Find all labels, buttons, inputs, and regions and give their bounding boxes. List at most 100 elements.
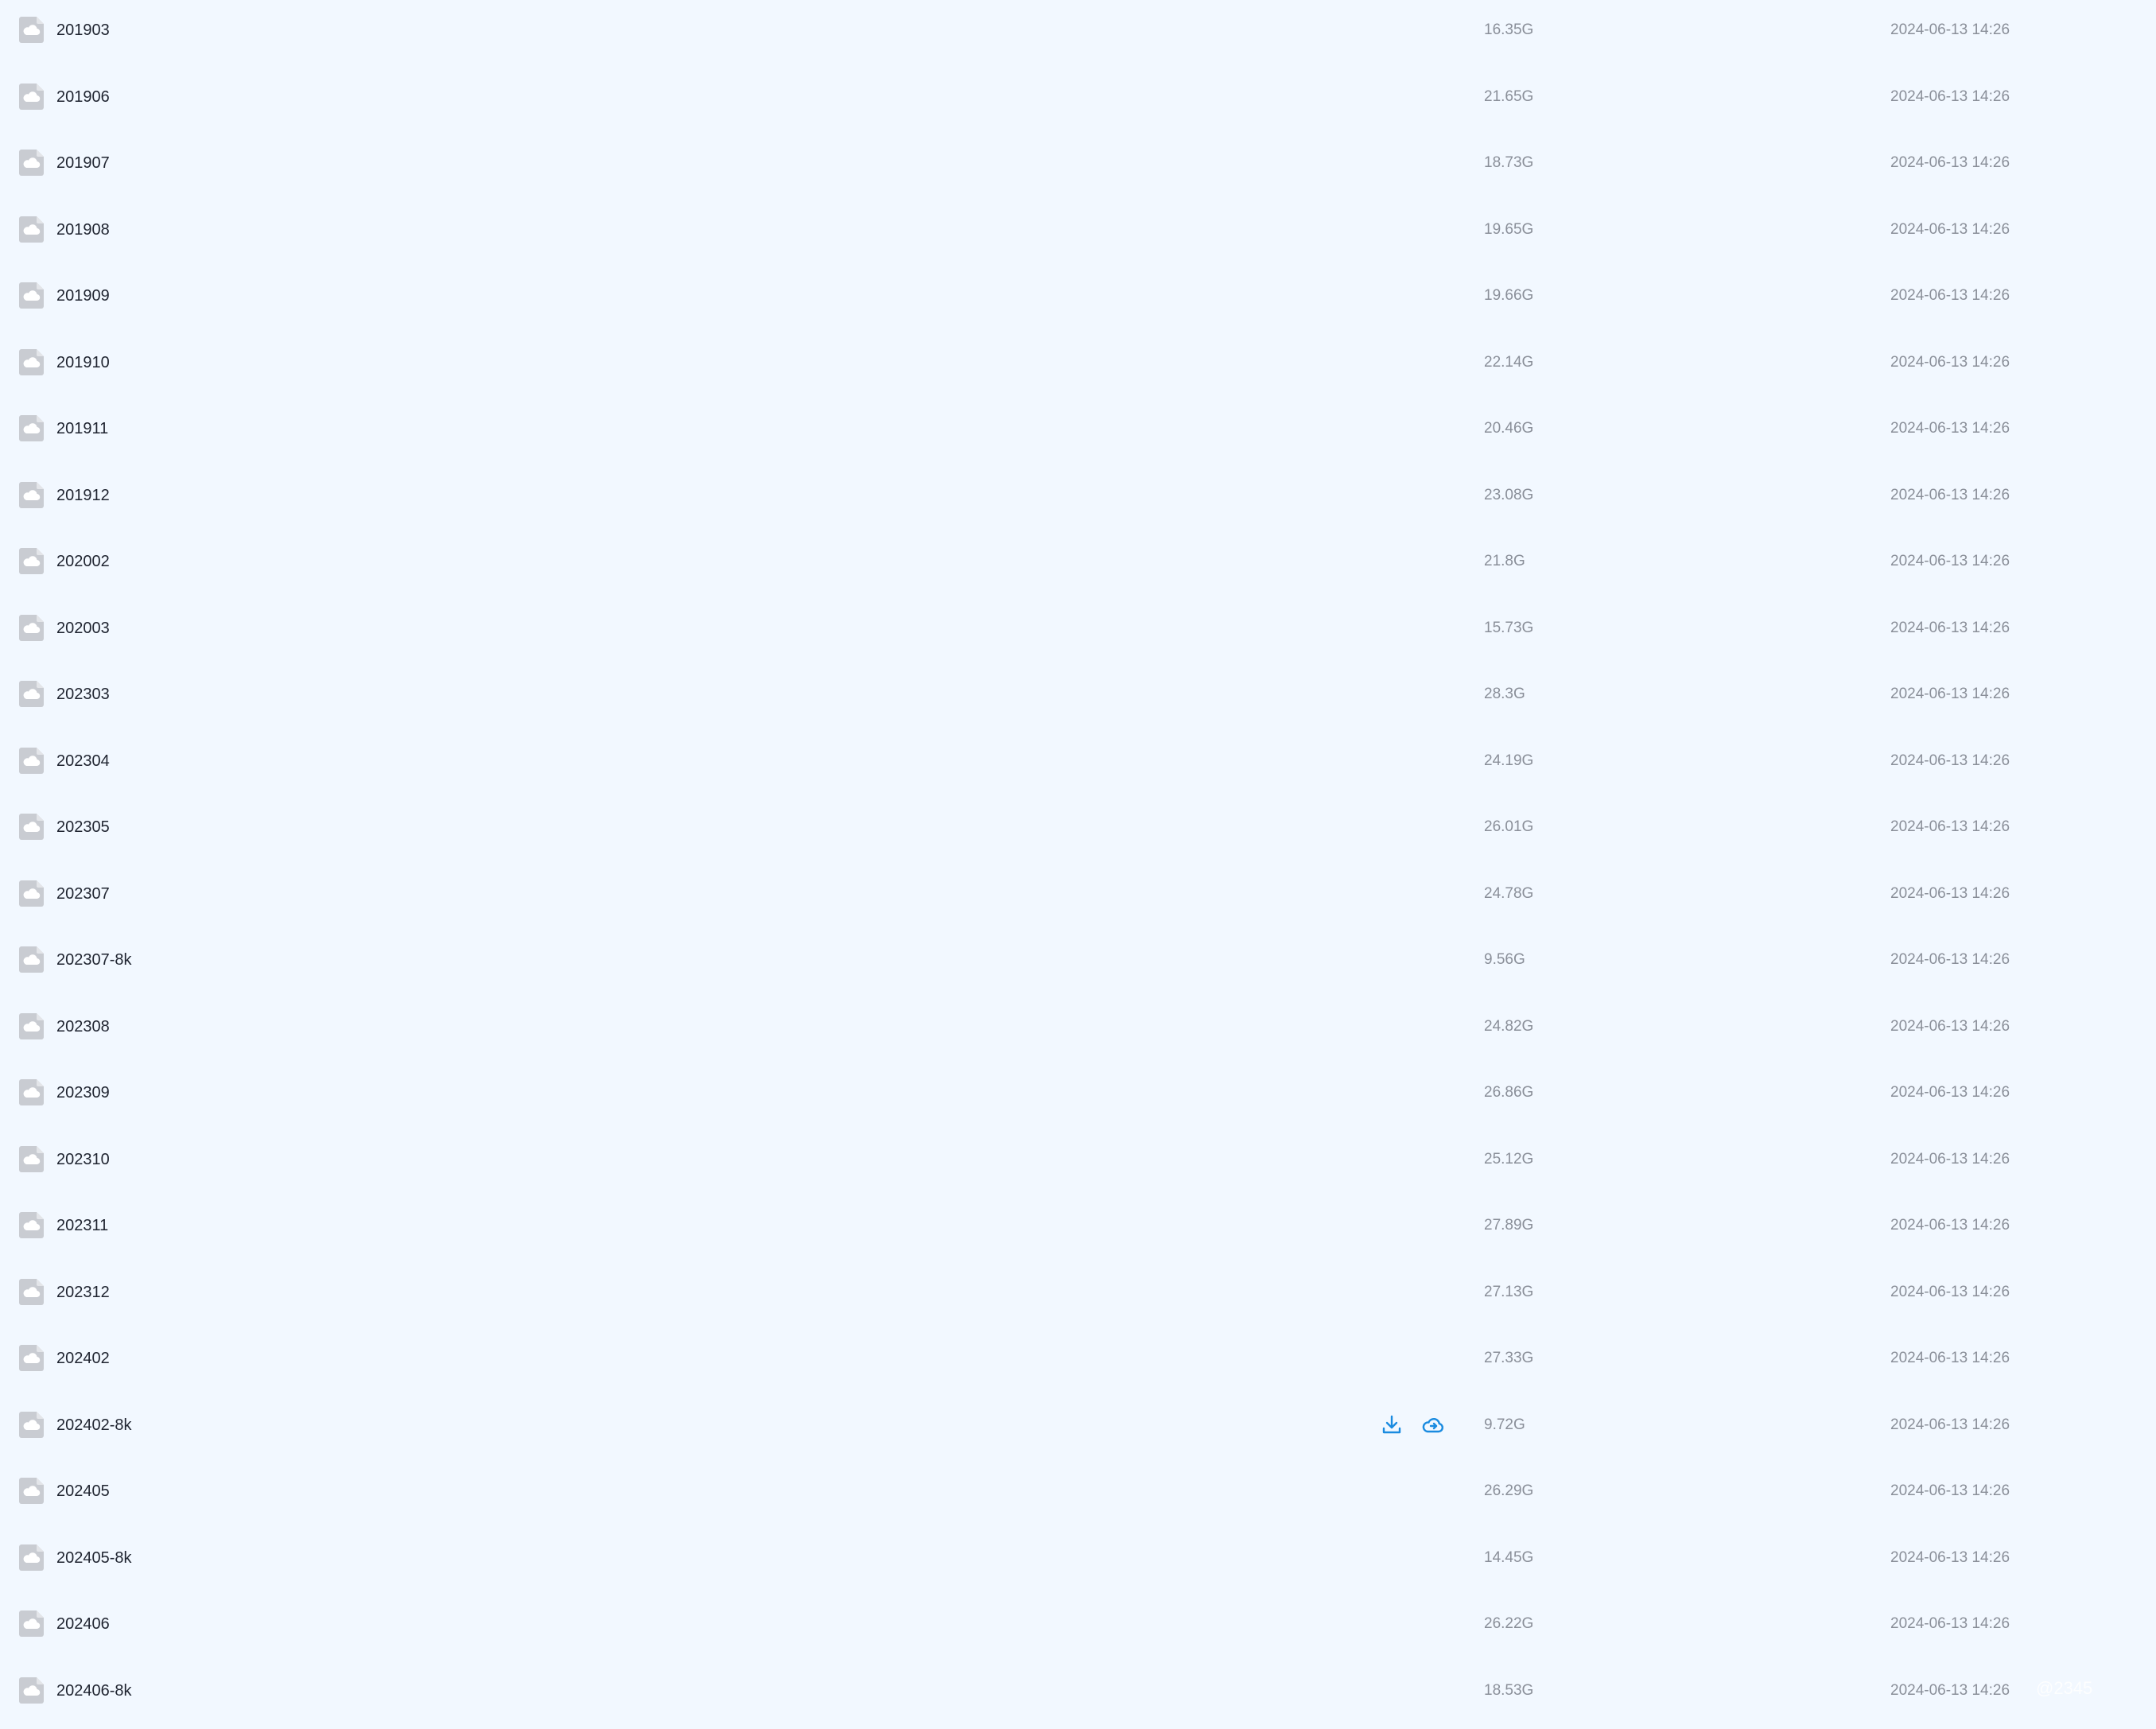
file-size: 24.78G <box>1484 884 1534 902</box>
file-row[interactable]: 202406 26.22G 2024-06-13 14:26 <box>0 1600 2156 1648</box>
file-size: 26.86G <box>1484 1084 1534 1101</box>
file-row[interactable]: 202307-8k 9.56G 2024-06-13 14:26 <box>0 936 2156 984</box>
file-size: 19.65G <box>1484 220 1534 238</box>
file-row[interactable]: 201908 19.65G 2024-06-13 14:26 <box>0 206 2156 254</box>
file-modified-date: 2024-06-13 14:26 <box>1890 752 2010 769</box>
file-name[interactable]: 202310 <box>56 1136 110 1183</box>
file-size: 27.33G <box>1484 1350 1534 1366</box>
file-name[interactable]: 202309 <box>56 1069 110 1117</box>
file-name[interactable]: 201908 <box>56 206 110 254</box>
file-row[interactable]: 202406-8k 18.53G 2024-06-13 14:26 <box>0 1667 2156 1715</box>
file-modified-date: 2024-06-13 14:26 <box>1890 1150 2010 1168</box>
file-name[interactable]: 202405 <box>56 1467 110 1515</box>
file-row[interactable]: 201909 19.66G 2024-06-13 14:26 <box>0 272 2156 320</box>
file-row[interactable]: 202405-8k 14.45G 2024-06-13 14:26 <box>0 1534 2156 1582</box>
file-name[interactable]: 202003 <box>56 604 110 652</box>
cloud-file-icon <box>19 548 44 574</box>
file-row[interactable]: 202311 27.89G 2024-06-13 14:26 <box>0 1202 2156 1249</box>
file-size: 19.66G <box>1484 287 1534 304</box>
file-row[interactable]: 202304 24.19G 2024-06-13 14:26 <box>0 737 2156 785</box>
file-row[interactable]: 202405 26.29G 2024-06-13 14:26 <box>0 1467 2156 1515</box>
file-row[interactable]: 202310 25.12G 2024-06-13 14:26 <box>0 1136 2156 1183</box>
file-modified-date: 2024-06-13 14:26 <box>1890 220 2010 238</box>
file-size: 9.72G <box>1484 1416 1525 1433</box>
cloud-file-icon <box>19 415 44 441</box>
download-icon[interactable] <box>1380 1413 1404 1437</box>
file-row[interactable]: 202305 26.01G 2024-06-13 14:26 <box>0 803 2156 851</box>
file-modified-date: 2024-06-13 14:26 <box>1890 420 2010 437</box>
file-name[interactable]: 202402-8k <box>56 1401 132 1449</box>
file-name[interactable]: 202002 <box>56 538 110 585</box>
file-name[interactable]: 201912 <box>56 472 110 519</box>
cloud-file-icon <box>19 1610 44 1637</box>
file-row[interactable]: 202402 27.33G 2024-06-13 14:26 <box>0 1335 2156 1382</box>
file-modified-date: 2024-06-13 14:26 <box>1890 87 2010 105</box>
file-row[interactable]: 201906 21.65G 2024-06-13 14:26 <box>0 73 2156 121</box>
file-size: 23.08G <box>1484 486 1534 503</box>
file-name[interactable]: 202307 <box>56 870 110 918</box>
file-name[interactable]: 202406 <box>56 1600 110 1648</box>
file-modified-date: 2024-06-13 14:26 <box>1890 951 2010 968</box>
cloud-file-icon <box>19 946 44 973</box>
cloud-file-icon <box>19 83 44 110</box>
file-row[interactable]: 202308 24.82G 2024-06-13 14:26 <box>0 1003 2156 1051</box>
cloud-file-icon <box>19 1278 44 1305</box>
file-name[interactable]: 202307-8k <box>56 936 132 984</box>
file-row[interactable]: 202307 24.78G 2024-06-13 14:26 <box>0 870 2156 918</box>
file-name[interactable]: 202303 <box>56 670 110 718</box>
file-name[interactable]: 201910 <box>56 339 110 387</box>
file-name[interactable]: 201911 <box>56 405 108 453</box>
file-name[interactable]: 201907 <box>56 139 110 187</box>
cloud-file-icon <box>19 814 44 840</box>
cloud-file-icon <box>19 1145 44 1172</box>
file-name[interactable]: 202405-8k <box>56 1534 132 1582</box>
file-size: 15.73G <box>1484 619 1534 636</box>
file-row[interactable]: 202309 26.86G 2024-06-13 14:26 <box>0 1069 2156 1117</box>
cloud-file-icon <box>19 1345 44 1371</box>
file-modified-date: 2024-06-13 14:26 <box>1890 1350 2010 1366</box>
file-size: 26.22G <box>1484 1615 1534 1632</box>
cloud-file-icon <box>19 747 44 774</box>
file-name[interactable]: 202402 <box>56 1335 110 1382</box>
file-row[interactable]: 202402-8k 9.72G 2024-06-13 14:26 <box>0 1401 2156 1449</box>
cloud-file-icon <box>19 348 44 375</box>
file-row[interactable]: 201907 18.73G 2024-06-13 14:26 <box>0 139 2156 187</box>
file-modified-date: 2024-06-13 14:26 <box>1890 287 2010 304</box>
file-name[interactable]: 202308 <box>56 1003 110 1051</box>
file-row[interactable]: 201910 22.14G 2024-06-13 14:26 <box>0 339 2156 387</box>
cloud-file-icon <box>19 17 44 43</box>
watermark: @2345 <box>2036 1678 2093 1698</box>
save-to-cloud-icon[interactable] <box>1421 1413 1445 1437</box>
file-row[interactable]: 202303 28.3G 2024-06-13 14:26 <box>0 670 2156 718</box>
file-modified-date: 2024-06-13 14:26 <box>1890 1017 2010 1035</box>
file-size: 21.8G <box>1484 553 1525 569</box>
file-modified-date: 2024-06-13 14:26 <box>1890 486 2010 503</box>
file-size: 24.19G <box>1484 752 1534 769</box>
file-modified-date: 2024-06-13 14:26 <box>1890 553 2010 569</box>
file-row[interactable]: 202312 27.13G 2024-06-13 14:26 <box>0 1269 2156 1316</box>
cloud-file-icon <box>19 150 44 176</box>
file-size: 21.65G <box>1484 87 1534 105</box>
cloud-file-icon <box>19 1079 44 1105</box>
file-row[interactable]: 202003 15.73G 2024-06-13 14:26 <box>0 604 2156 652</box>
file-name[interactable]: 201903 <box>56 6 110 54</box>
cloud-file-icon <box>19 282 44 309</box>
file-name[interactable]: 201906 <box>56 73 110 121</box>
file-row[interactable]: 202002 21.8G 2024-06-13 14:26 <box>0 538 2156 585</box>
file-size: 14.45G <box>1484 1548 1534 1566</box>
file-list: 201903 16.35G 2024-06-13 14:26 201906 21.65G… <box>0 0 2156 1729</box>
file-modified-date: 2024-06-13 14:26 <box>1890 1084 2010 1101</box>
file-row[interactable]: 201912 23.08G 2024-06-13 14:26 <box>0 472 2156 519</box>
file-name[interactable]: 202305 <box>56 803 110 851</box>
cloud-file-icon <box>19 614 44 641</box>
file-name[interactable]: 202304 <box>56 737 110 785</box>
file-row[interactable]: 201911 20.46G 2024-06-13 14:26 <box>0 405 2156 453</box>
file-name[interactable]: 202311 <box>56 1202 108 1249</box>
file-row[interactable]: 201903 16.35G 2024-06-13 14:26 <box>0 6 2156 54</box>
file-modified-date: 2024-06-13 14:26 <box>1890 1482 2010 1499</box>
file-name[interactable]: 202406-8k <box>56 1667 132 1715</box>
file-name[interactable]: 201909 <box>56 272 110 320</box>
cloud-file-icon <box>19 1411 44 1438</box>
file-name[interactable]: 202312 <box>56 1269 110 1316</box>
file-modified-date: 2024-06-13 14:26 <box>1890 1548 2010 1566</box>
